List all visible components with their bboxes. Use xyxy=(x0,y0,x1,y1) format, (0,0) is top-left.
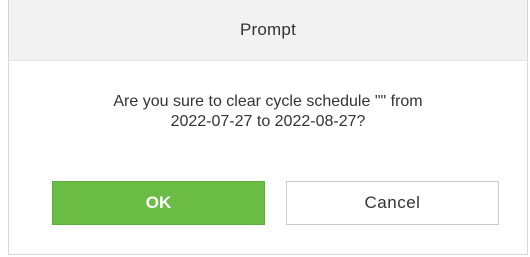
dialog-header: Prompt xyxy=(9,0,527,61)
prompt-dialog: Prompt Are you sure to clear cycle sched… xyxy=(8,0,528,255)
cancel-button[interactable]: Cancel xyxy=(286,181,499,225)
ok-button[interactable]: OK xyxy=(52,181,265,225)
dialog-message: Are you sure to clear cycle schedule "" … xyxy=(9,92,527,132)
dialog-title: Prompt xyxy=(240,20,296,39)
dialog-message-line-1: Are you sure to clear cycle schedule "" … xyxy=(113,93,423,110)
dialog-message-line-2: 2022-07-27 to 2022-08-27? xyxy=(170,113,366,130)
